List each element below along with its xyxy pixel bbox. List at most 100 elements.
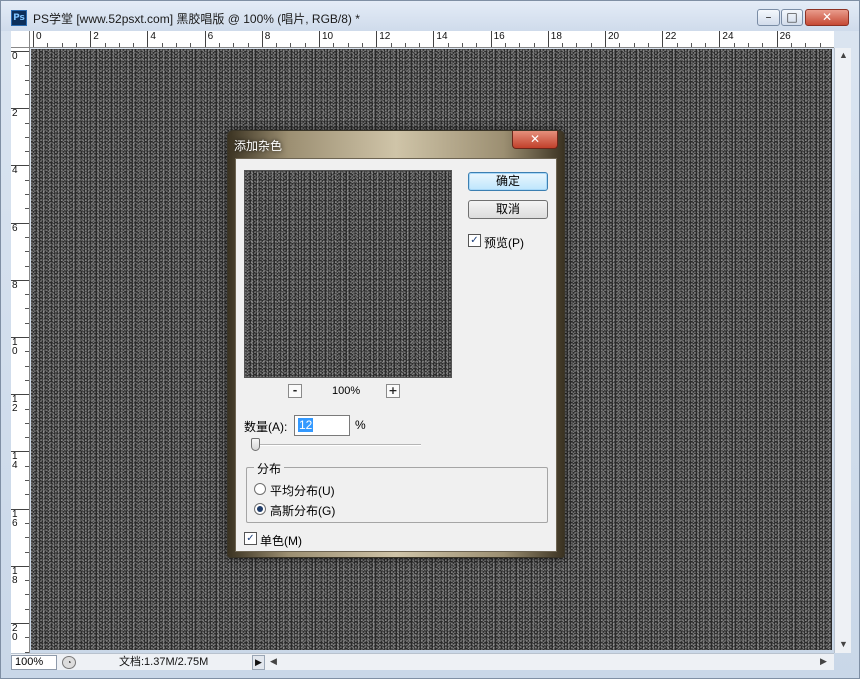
monochromatic-label[interactable]: 单色(M)	[260, 532, 302, 549]
ruler-v-tick: 16	[11, 508, 29, 528]
dialog-close-button[interactable]: ✕	[512, 131, 558, 149]
ruler-v-minor-tick	[25, 136, 29, 138]
document-window: Ps PS学堂 [www.52psxt.com] 黑胶唱版 @ 100% (唱片…	[0, 0, 860, 679]
ruler-v-minor-tick	[25, 122, 29, 124]
amount-slider-track[interactable]	[251, 444, 421, 446]
close-button[interactable]: ✕	[805, 9, 849, 26]
scroll-down-icon[interactable]: ▼	[839, 639, 848, 649]
ruler-h-minor-tick	[404, 43, 406, 47]
ruler-v-tick: 0	[11, 51, 29, 62]
amount-unit: %	[355, 418, 366, 432]
ruler-h-tick: 26	[776, 31, 791, 47]
ruler-v-minor-tick	[25, 265, 29, 267]
horizontal-scrollbar[interactable]: ◀ ▶	[267, 653, 834, 670]
zoom-level-field[interactable]: 100%	[11, 655, 57, 670]
photoshop-icon: Ps	[11, 10, 27, 26]
scroll-up-icon[interactable]: ▲	[839, 50, 848, 60]
ruler-h-tick: 10	[319, 31, 333, 47]
ruler-h-minor-tick	[476, 43, 478, 47]
ruler-h-minor-tick	[233, 43, 235, 47]
ruler-v-minor-tick	[25, 537, 29, 539]
ruler-v-minor-tick	[25, 351, 29, 353]
zoom-out-button[interactable]: -	[288, 384, 302, 398]
cancel-button[interactable]: 取消	[468, 200, 548, 219]
uniform-label[interactable]: 平均分布(U)	[270, 482, 335, 499]
ruler-v-tick: 2	[11, 108, 29, 119]
ruler-h-minor-tick	[390, 43, 392, 47]
ruler-v-minor-tick	[25, 379, 29, 381]
ruler-v-minor-tick	[25, 79, 29, 81]
zoom-in-button[interactable]: +	[386, 384, 400, 398]
ruler-v-minor-tick	[25, 194, 29, 195]
ruler-h-minor-tick	[118, 43, 120, 47]
ruler-h-tick: 6	[204, 31, 213, 47]
ruler-h-minor-tick	[619, 43, 621, 47]
ruler-h-minor-tick	[504, 43, 506, 47]
ruler-h-tick: 20	[605, 31, 619, 47]
ruler-h-minor-tick	[748, 43, 749, 47]
title-bar[interactable]: Ps PS学堂 [www.52psxt.com] 黑胶唱版 @ 100% (唱片…	[1, 1, 859, 31]
ruler-h-minor-tick	[361, 43, 363, 47]
gaussian-label[interactable]: 高斯分布(G)	[270, 502, 335, 519]
amount-slider-thumb[interactable]	[251, 438, 260, 451]
ruler-v-tick: 14	[11, 451, 29, 471]
noise-preview[interactable]	[244, 170, 452, 378]
preview-label[interactable]: 预览(P)	[484, 234, 524, 251]
ruler-h-minor-tick	[762, 43, 764, 47]
ruler-h-tick: 16	[490, 31, 505, 47]
distribution-title: 分布	[254, 460, 285, 477]
amount-value: 12	[298, 418, 314, 432]
ruler-h-minor-tick	[176, 43, 177, 47]
ok-button[interactable]: 确定	[468, 172, 548, 191]
vertical-scrollbar[interactable]: ▲ ▼	[834, 48, 851, 653]
ruler-v-minor-tick	[25, 580, 29, 582]
ruler-h-minor-tick	[190, 43, 192, 47]
amount-input[interactable]: 12	[294, 415, 350, 436]
ruler-v-minor-tick	[25, 522, 29, 524]
ruler-v-tick: 6	[11, 222, 29, 233]
ruler-h-minor-tick	[333, 43, 335, 47]
ruler-h-minor-tick	[733, 43, 735, 47]
minimize-button[interactable]: –	[757, 9, 780, 26]
ruler-v-minor-tick	[25, 637, 29, 639]
status-info-icon[interactable]: ◔	[62, 656, 76, 669]
preview-zoom-level: 100%	[332, 385, 361, 397]
scroll-left-icon[interactable]: ◀	[270, 656, 277, 667]
ruler-v-minor-tick	[25, 151, 29, 153]
ruler-h-minor-tick	[519, 43, 521, 47]
uniform-radio[interactable]	[254, 483, 266, 495]
ruler-h-minor-tick	[61, 43, 63, 47]
ruler-v-minor-tick	[25, 465, 29, 467]
ruler-h-tick: 4	[147, 31, 156, 47]
ruler-h-tick: 0	[33, 31, 42, 47]
ruler-v-minor-tick	[25, 179, 29, 181]
ruler-h-tick: 12	[376, 31, 390, 47]
horizontal-ruler[interactable]: 0246810121416182022242628	[30, 31, 834, 48]
ruler-h-minor-tick	[819, 43, 821, 47]
ruler-v-minor-tick	[25, 308, 29, 310]
ruler-h-minor-tick	[590, 43, 592, 47]
ruler-v-tick: 12	[11, 394, 29, 414]
ruler-h-minor-tick	[676, 43, 678, 47]
ruler-h-minor-tick	[290, 43, 292, 47]
ruler-v-minor-tick	[25, 494, 29, 496]
scroll-right-icon[interactable]: ▶	[820, 656, 827, 667]
add-noise-dialog: 添加杂色 ✕ - 100% + 确定 取消 ✓ 预览(P) 数量(A): 12 …	[227, 130, 565, 558]
document-size-info: 文档:1.37M/2.75M	[119, 656, 209, 668]
maximize-button[interactable]: □	[781, 9, 803, 26]
ruler-v-minor-tick	[25, 65, 29, 67]
ruler-h-tick: 24	[719, 31, 734, 47]
vertical-ruler[interactable]: 0 2 4 6 8 10 12 14 16 18 20	[11, 48, 30, 653]
ruler-h-minor-tick	[247, 43, 249, 47]
ruler-h-minor-tick	[576, 43, 578, 47]
ruler-v-minor-tick	[25, 208, 29, 210]
gaussian-radio[interactable]	[254, 503, 266, 515]
ruler-h-tick: 8	[261, 31, 270, 47]
ruler-origin[interactable]	[11, 31, 30, 48]
ruler-h-minor-tick	[104, 43, 106, 47]
ruler-v-tick: 10	[11, 337, 29, 357]
ruler-h-minor-tick	[47, 43, 49, 47]
status-menu-arrow-icon[interactable]: ▶	[252, 655, 265, 670]
preview-checkbox[interactable]: ✓	[468, 234, 481, 247]
monochromatic-checkbox[interactable]: ✓	[244, 532, 257, 545]
